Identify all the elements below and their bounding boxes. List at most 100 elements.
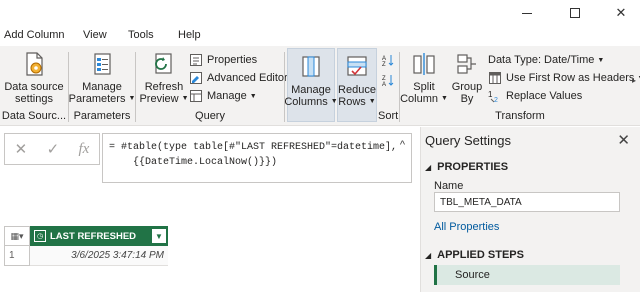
applied-step-source[interactable]: Source bbox=[434, 265, 620, 285]
svg-text:2: 2 bbox=[494, 97, 498, 103]
advanced-editor-icon bbox=[189, 71, 203, 85]
data-source-settings-label-2: settings bbox=[15, 93, 53, 105]
formula-buttons: ✕ ✓ fx bbox=[4, 133, 100, 165]
properties-icon bbox=[189, 53, 203, 67]
data-type-button[interactable]: Data Type: Date/Time ▼ bbox=[488, 52, 604, 68]
manage-columns-button[interactable]: Manage Columns ▼ bbox=[284, 48, 338, 122]
sort-descending-button[interactable]: ZA bbox=[381, 72, 399, 88]
formula-input[interactable]: = #table(type table[#"LAST REFRESHED"=da… bbox=[102, 133, 412, 183]
svg-text:1: 1 bbox=[488, 90, 493, 99]
svg-text:Z: Z bbox=[382, 62, 386, 67]
minimize-icon bbox=[522, 12, 532, 14]
group-sort: AZ ZA Sort bbox=[378, 46, 398, 126]
column-header-last-refreshed[interactable]: ◷ LAST REFRESHED ▼ bbox=[30, 226, 168, 246]
group-by-icon bbox=[453, 50, 481, 78]
close-icon: ✕ bbox=[615, 5, 627, 20]
group-by-button[interactable]: Group By bbox=[448, 50, 486, 105]
chevron-down-icon: ▼ bbox=[249, 92, 257, 100]
collapse-triangle-icon: ◢ bbox=[425, 250, 432, 260]
tab-tools[interactable]: Tools bbox=[128, 29, 154, 41]
minimize-button[interactable] bbox=[504, 0, 550, 26]
manage-label: Manage bbox=[207, 90, 247, 102]
formula-line-2: {{DateTime.LocalNow()}}) bbox=[109, 157, 278, 168]
reduce-rows-button[interactable]: Reduce Rows ▼ bbox=[337, 48, 377, 122]
collapse-formula-icon[interactable]: ^ bbox=[400, 138, 405, 153]
column-filter-icon[interactable]: ▼ bbox=[152, 229, 166, 243]
applied-steps-section-header[interactable]: ◢ APPLIED STEPS bbox=[425, 249, 524, 261]
group-label-query: Query bbox=[195, 110, 225, 122]
manage-parameters-label-1: Manage bbox=[82, 81, 122, 93]
group-by-label-2: By bbox=[460, 93, 474, 105]
data-source-settings-label-1: Data source bbox=[4, 81, 64, 93]
manage-query-button[interactable]: Manage ▼ bbox=[189, 88, 257, 104]
maximize-icon bbox=[570, 8, 580, 18]
cancel-formula-icon[interactable]: ✕ bbox=[15, 140, 28, 158]
data-grid: ▦▾ ◷ LAST REFRESHED ▼ 1 3/6/2025 3:47:14… bbox=[4, 226, 168, 266]
manage-columns-label-1: Manage bbox=[291, 84, 331, 96]
table-menu-icon[interactable]: ▦▾ bbox=[4, 226, 30, 246]
maximize-button[interactable] bbox=[552, 0, 598, 26]
split-column-icon bbox=[410, 50, 438, 78]
ribbon-more-icon[interactable]: ▸ bbox=[632, 76, 636, 85]
split-column-label-1: Split bbox=[413, 81, 435, 93]
group-label-sort: Sort bbox=[378, 110, 399, 122]
replace-values-label: Replace Values bbox=[506, 90, 583, 102]
data-source-settings-icon bbox=[20, 50, 48, 78]
group-data-sources: Data source settings Data Sourc... bbox=[0, 46, 68, 126]
query-settings-title: Query Settings bbox=[425, 133, 511, 148]
manage-columns-label-2: Columns bbox=[284, 96, 328, 108]
close-window-button[interactable]: ✕ bbox=[598, 0, 640, 26]
title-bar: ✕ bbox=[0, 0, 640, 26]
manage-parameters-button[interactable]: Manage Parameters ▼ bbox=[68, 50, 135, 105]
fx-icon[interactable]: fx bbox=[78, 141, 89, 158]
all-properties-link[interactable]: All Properties bbox=[434, 221, 499, 233]
chevron-down-icon: ▼ bbox=[368, 98, 376, 105]
use-first-row-icon bbox=[488, 71, 502, 85]
chevron-down-icon: ▼ bbox=[181, 95, 189, 102]
replace-values-icon: 12 bbox=[488, 89, 502, 104]
group-label-transform: Transform bbox=[495, 110, 545, 122]
split-column-button[interactable]: Split Column ▼ bbox=[400, 50, 448, 105]
properties-heading: PROPERTIES bbox=[437, 161, 509, 173]
column-header-label: LAST REFRESHED bbox=[50, 230, 137, 242]
manage-columns-icon bbox=[297, 53, 325, 81]
replace-values-button[interactable]: 12 Replace Values bbox=[488, 88, 582, 104]
properties-section-header[interactable]: ◢ PROPERTIES bbox=[425, 161, 508, 173]
sort-ascending-icon: AZ bbox=[381, 53, 395, 68]
refresh-preview-label-1: Refresh bbox=[144, 81, 184, 93]
group-parameters: Manage Parameters ▼ Parameters bbox=[69, 46, 135, 126]
formula-area: ✕ ✓ fx = #table(type table[#"LAST REFRES… bbox=[0, 127, 420, 292]
query-name-input[interactable]: TBL_META_DATA bbox=[434, 192, 620, 212]
tab-help[interactable]: Help bbox=[178, 29, 201, 41]
properties-button[interactable]: Properties bbox=[189, 52, 257, 68]
name-label: Name bbox=[434, 180, 464, 192]
refresh-icon bbox=[150, 50, 178, 78]
advanced-editor-button[interactable]: Advanced Editor bbox=[189, 70, 288, 86]
collapse-triangle-icon: ◢ bbox=[425, 162, 432, 172]
sort-ascending-button[interactable]: AZ bbox=[381, 52, 399, 68]
use-first-row-as-headers-button[interactable]: Use First Row as Headers▼ bbox=[488, 70, 640, 86]
query-settings-pane: Query Settings ✕ ◢ PROPERTIES Name TBL_M… bbox=[420, 127, 640, 292]
group-label-data-sources: Data Sourc... bbox=[1, 110, 67, 122]
sort-descending-icon: ZA bbox=[381, 73, 395, 88]
reduce-rows-icon bbox=[343, 53, 371, 81]
confirm-formula-icon[interactable]: ✓ bbox=[47, 140, 60, 158]
use-first-row-label: Use First Row as Headers bbox=[506, 72, 635, 84]
data-type-label: Data Type: Date/Time bbox=[488, 54, 595, 66]
data-source-settings-button[interactable]: Data source settings bbox=[4, 50, 64, 105]
tab-view[interactable]: View bbox=[83, 29, 107, 41]
close-pane-icon[interactable]: ✕ bbox=[617, 131, 630, 149]
group-by-label-1: Group bbox=[451, 81, 483, 93]
row-number[interactable]: 1 bbox=[4, 246, 30, 266]
grid-header: ▦▾ ◷ LAST REFRESHED ▼ bbox=[4, 226, 168, 246]
reduce-rows-label-1: Reduce bbox=[338, 84, 376, 96]
manage-icon bbox=[189, 89, 203, 103]
refresh-preview-button[interactable]: Refresh Preview ▼ bbox=[139, 50, 189, 105]
tab-add-column[interactable]: Add Column bbox=[4, 29, 65, 41]
properties-label: Properties bbox=[207, 54, 258, 66]
group-query: Refresh Preview ▼ Properties Advanced Edi… bbox=[136, 46, 288, 126]
table-cell[interactable]: 3/6/2025 3:47:14 PM bbox=[30, 246, 168, 266]
datetime-type-icon[interactable]: ◷ bbox=[34, 230, 46, 242]
manage-parameters-label-2: Parameters bbox=[68, 93, 126, 105]
group-label-parameters: Parameters bbox=[73, 110, 131, 122]
